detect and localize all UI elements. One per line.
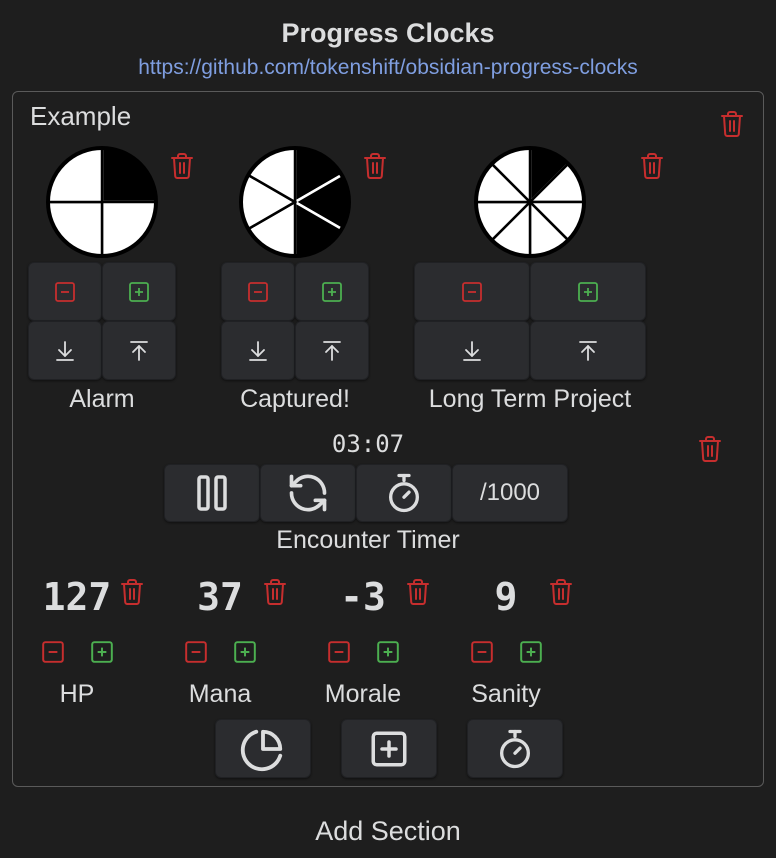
clock-long-term-project[interactable] — [472, 144, 588, 260]
decrement-counter-button[interactable] — [184, 640, 208, 664]
trash-icon — [548, 578, 574, 606]
clock-captured[interactable] — [237, 144, 353, 260]
clock-name[interactable]: Long Term Project — [404, 385, 656, 414]
clock-name[interactable]: Captured! — [211, 385, 379, 414]
decrement-clock-button[interactable] — [28, 262, 102, 321]
page-title: Progress Clocks — [281, 18, 495, 48]
remove-segment-button[interactable] — [221, 321, 295, 380]
section-name[interactable]: Example — [30, 101, 131, 132]
arrow-down-to-line-icon — [246, 339, 270, 363]
delete-section-button[interactable] — [719, 110, 745, 138]
pie-chart-icon — [240, 726, 286, 772]
plus-square-icon — [577, 281, 599, 303]
delete-counter-button[interactable] — [548, 578, 574, 606]
add-segment-button[interactable] — [295, 321, 369, 380]
increment-clock-button[interactable] — [295, 262, 369, 321]
trash-icon — [262, 578, 288, 606]
arrow-up-from-line-icon — [320, 339, 344, 363]
github-link[interactable]: https://github.com/tokenshift/obsidian-p… — [0, 56, 776, 80]
clock-alarm[interactable] — [44, 144, 160, 260]
delete-clock-button[interactable] — [362, 152, 388, 180]
remove-segment-button[interactable] — [28, 321, 102, 380]
timer-name[interactable]: Encounter Timer — [218, 526, 518, 555]
plus-square-icon — [321, 281, 343, 303]
trash-icon — [719, 110, 745, 138]
counter-name[interactable]: Mana — [165, 680, 275, 709]
trash-icon — [119, 578, 145, 606]
counter-value[interactable]: 9 — [451, 575, 561, 619]
increment-counter-button[interactable] — [90, 640, 114, 664]
increment-clock-button[interactable] — [530, 262, 646, 321]
delete-clock-button[interactable] — [639, 152, 665, 180]
counter-value[interactable]: -3 — [308, 575, 418, 619]
counter-name[interactable]: HP — [22, 680, 132, 709]
pause-icon — [194, 473, 230, 513]
add-counter-button[interactable] — [341, 719, 437, 778]
delete-counter-button[interactable] — [119, 578, 145, 606]
delete-counter-button[interactable] — [262, 578, 288, 606]
remove-segment-button[interactable] — [414, 321, 530, 380]
stopwatch-icon — [384, 472, 424, 514]
decrement-counter-button[interactable] — [41, 640, 65, 664]
plus-square-icon — [519, 640, 543, 664]
add-clock-button[interactable] — [215, 719, 311, 778]
trash-icon — [169, 152, 195, 180]
counter-value[interactable]: 127 — [22, 575, 132, 619]
delete-clock-button[interactable] — [169, 152, 195, 180]
plus-square-icon — [233, 640, 257, 664]
clock-name[interactable]: Alarm — [28, 385, 176, 414]
increment-counter-button[interactable] — [233, 640, 257, 664]
trash-icon — [405, 578, 431, 606]
increment-counter-button[interactable] — [376, 640, 400, 664]
counter-name[interactable]: Morale — [308, 680, 418, 709]
increment-clock-button[interactable] — [102, 262, 176, 321]
plus-square-icon — [90, 640, 114, 664]
minus-square-icon — [461, 281, 483, 303]
decrement-clock-button[interactable] — [221, 262, 295, 321]
reset-timer-button[interactable] — [260, 464, 356, 522]
decrement-counter-button[interactable] — [327, 640, 351, 664]
counter-value[interactable]: 37 — [165, 575, 275, 619]
decrement-counter-button[interactable] — [470, 640, 494, 664]
refresh-icon — [286, 471, 330, 515]
timer-mode-button[interactable] — [356, 464, 452, 522]
increment-counter-button[interactable] — [519, 640, 543, 664]
stopwatch-icon — [495, 728, 535, 770]
trash-icon — [639, 152, 665, 180]
add-section-button[interactable]: Add Section — [0, 816, 776, 847]
counter-name[interactable]: Sanity — [451, 680, 561, 709]
arrow-up-from-line-icon — [576, 339, 600, 363]
arrow-down-to-line-icon — [460, 339, 484, 363]
add-timer-button[interactable] — [467, 719, 563, 778]
minus-square-icon — [54, 281, 76, 303]
timer-display: 03:07 — [331, 430, 405, 458]
pause-button[interactable] — [164, 464, 260, 522]
add-segment-button[interactable] — [102, 321, 176, 380]
minus-square-icon — [247, 281, 269, 303]
timer-rate-button[interactable]: /1000 — [452, 464, 568, 522]
minus-square-icon — [470, 640, 494, 664]
plus-square-icon — [128, 281, 150, 303]
minus-square-icon — [41, 640, 65, 664]
add-segment-button[interactable] — [530, 321, 646, 380]
plus-square-icon — [368, 728, 410, 770]
delete-timer-button[interactable] — [697, 435, 723, 463]
minus-square-icon — [184, 640, 208, 664]
decrement-clock-button[interactable] — [414, 262, 530, 321]
delete-counter-button[interactable] — [405, 578, 431, 606]
timer-rate-label: /1000 — [479, 479, 541, 506]
plus-square-icon — [376, 640, 400, 664]
minus-square-icon — [327, 640, 351, 664]
trash-icon — [362, 152, 388, 180]
arrow-down-to-line-icon — [53, 339, 77, 363]
trash-icon — [697, 435, 723, 463]
arrow-up-from-line-icon — [127, 339, 151, 363]
